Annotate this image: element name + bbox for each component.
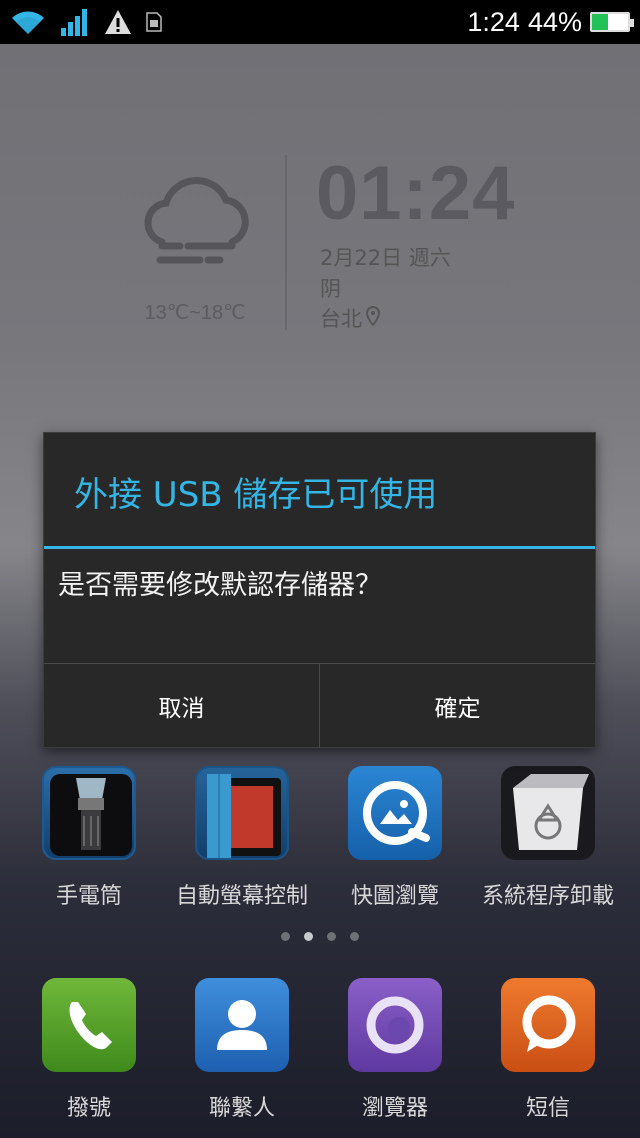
dock-contacts[interactable]: 聯繫人	[167, 978, 317, 1122]
recycle-bin-icon	[501, 766, 595, 860]
city-label: 台北	[320, 307, 362, 331]
page-dot[interactable]	[281, 932, 290, 941]
dialog-button-bar: 取消 確定	[44, 663, 595, 748]
gallery-icon	[348, 766, 442, 860]
battery-icon	[590, 12, 634, 32]
usb-storage-dialog: 外接 USB 儲存已可使用 是否需要修改默認存儲器？ 取消 確定	[43, 432, 596, 748]
page-indicator[interactable]	[0, 932, 640, 941]
app-label: 短信	[525, 1096, 570, 1121]
temperature-range: 13℃~18℃	[144, 302, 246, 324]
battery-percent: 44%	[527, 6, 582, 37]
weather-condition: 阴	[320, 277, 341, 301]
cloud-rain-icon	[140, 160, 250, 274]
dialog-message: 是否需要修改默認存儲器？	[58, 570, 382, 601]
app-label: 手電筒	[55, 884, 122, 909]
cancel-button[interactable]: 取消	[44, 664, 320, 748]
weather-clock-widget[interactable]: 13℃~18℃ 01:24 2月22日 週六 阴 台北	[0, 150, 640, 340]
confirm-button[interactable]: 確定	[320, 664, 595, 748]
status-time: 1:24	[467, 6, 520, 37]
app-quickpic[interactable]: 快圖瀏覽	[320, 766, 470, 910]
phone-icon	[42, 978, 136, 1072]
app-auto-screen[interactable]: 自動螢幕控制	[167, 766, 317, 910]
warning-icon	[104, 9, 132, 35]
wifi-icon	[10, 8, 46, 36]
sim-icon	[146, 12, 162, 32]
dialog-title-divider	[44, 546, 595, 549]
signal-icon	[60, 8, 90, 36]
dock-messages[interactable]: 短信	[473, 978, 623, 1122]
app-flashlight[interactable]: 手電筒	[14, 766, 164, 910]
dock-browser[interactable]: 瀏覽器	[320, 978, 470, 1122]
status-bar: 1:24 44%	[0, 0, 640, 44]
tablet-cover-icon	[195, 766, 289, 860]
app-label: 聯繫人	[208, 1096, 275, 1121]
page-dot[interactable]	[350, 932, 359, 941]
app-label: 快圖瀏覽	[350, 884, 439, 909]
widget-divider	[285, 155, 287, 330]
clock-time: 01:24	[316, 151, 516, 236]
app-label: 系統程序卸載	[481, 884, 614, 909]
dialog-title: 外接 USB 儲存已可使用	[74, 475, 438, 515]
message-icon	[501, 978, 595, 1072]
location-pin-icon	[365, 305, 381, 331]
app-label: 自動螢幕控制	[175, 884, 308, 909]
app-label: 瀏覽器	[361, 1096, 428, 1121]
app-uninstaller[interactable]: 系統程序卸載	[473, 766, 623, 910]
page-dot[interactable]	[327, 932, 336, 941]
dock-phone[interactable]: 撥號	[14, 978, 164, 1122]
app-label: 撥號	[66, 1096, 111, 1121]
city-location: 台北	[320, 303, 381, 333]
browser-icon	[348, 978, 442, 1072]
flashlight-icon	[42, 766, 136, 860]
contacts-icon	[195, 978, 289, 1072]
page-dot-active[interactable]	[304, 932, 313, 941]
date-label: 2月22日 週六	[320, 246, 451, 270]
